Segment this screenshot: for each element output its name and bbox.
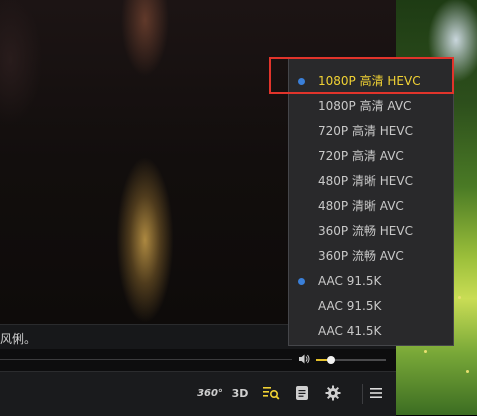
quality-menu-item[interactable]: AAC 91.5K: [289, 269, 453, 294]
vr-360-label: 360°: [197, 387, 223, 399]
progress-bar[interactable]: [0, 359, 292, 360]
vr-360-button[interactable]: 360°: [197, 384, 223, 402]
quality-menu-item[interactable]: 720P 高清 HEVC: [289, 119, 453, 144]
quality-menu-item-label: 480P 清晰 HEVC: [318, 174, 413, 188]
quality-menu-item-label: 360P 流畅 HEVC: [318, 224, 413, 238]
quality-menu-item-label: 480P 清晰 AVC: [318, 199, 404, 213]
quality-menu-item[interactable]: 480P 清晰 AVC: [289, 194, 453, 219]
quality-menu-item[interactable]: 720P 高清 AVC: [289, 144, 453, 169]
quality-menu-item-label: AAC 41.5K: [318, 324, 382, 338]
volume-slider-knob[interactable]: [327, 356, 335, 364]
quality-menu-item[interactable]: AAC 91.5K: [289, 294, 453, 319]
quality-menu-item-label: 720P 高清 AVC: [318, 149, 404, 163]
3d-label: 3D: [231, 386, 249, 400]
gear-icon[interactable]: [324, 384, 342, 402]
quality-menu-item-label: AAC 91.5K: [318, 299, 382, 313]
speaker-icon[interactable]: [297, 352, 311, 366]
quality-menu-item-label: 360P 流畅 AVC: [318, 249, 404, 263]
volume-slider[interactable]: [316, 356, 386, 364]
quality-menu-item[interactable]: AAC 41.5K: [289, 319, 453, 344]
playlist-icon[interactable]: [294, 384, 310, 402]
selected-dot-icon: [298, 278, 305, 285]
hamburger-menu-icon[interactable]: [368, 384, 384, 402]
quality-menu-item[interactable]: 480P 清晰 HEVC: [289, 169, 453, 194]
quality-menu-item[interactable]: 1080P 高清 AVC: [289, 94, 453, 119]
quality-menu: 1080P 高清 HEVC 1080P 高清 AVC 720P 高清 HEVC 720…: [288, 57, 454, 346]
highlight-annotation-box: [269, 57, 454, 94]
quality-search-icon[interactable]: [262, 384, 280, 402]
wallpaper-flower: [458, 296, 461, 299]
quality-menu-item-label: AAC 91.5K: [318, 274, 382, 288]
quality-menu-item[interactable]: 360P 流畅 AVC: [289, 244, 453, 269]
quality-menu-item[interactable]: 360P 流畅 HEVC: [289, 219, 453, 244]
toolbar-divider: [362, 384, 363, 404]
player-toolbar: 360° 3D: [0, 371, 396, 416]
wallpaper-flower: [424, 350, 427, 353]
subtitle-text: 风俐。: [0, 332, 37, 346]
wallpaper-flower: [466, 370, 469, 373]
3d-button[interactable]: 3D: [231, 384, 249, 402]
quality-menu-item-label: 720P 高清 HEVC: [318, 124, 413, 138]
quality-menu-item-label: 1080P 高清 AVC: [318, 99, 412, 113]
seek-row: [0, 349, 396, 371]
